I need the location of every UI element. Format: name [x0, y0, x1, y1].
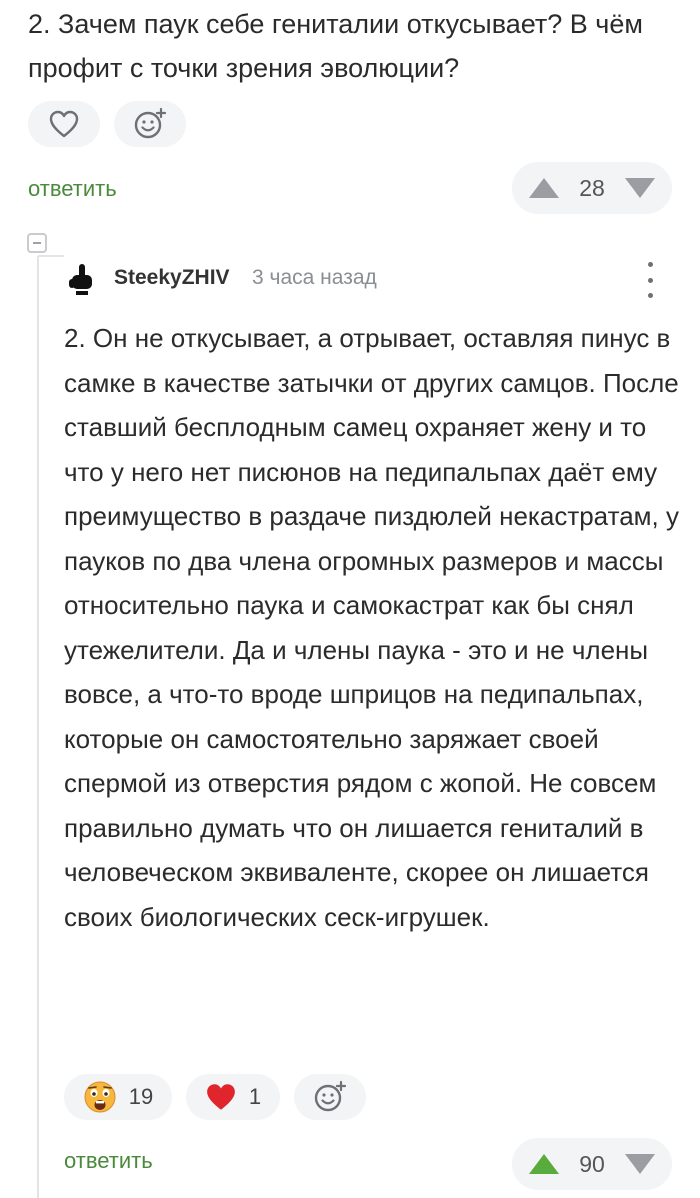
heart-icon: [207, 1084, 235, 1110]
add-reaction-icon: [314, 1080, 347, 1112]
avatar-icon: [66, 264, 98, 295]
reaction-heart-button[interactable]: 1: [186, 1074, 280, 1120]
arrow-down-icon[interactable]: [624, 177, 656, 199]
vote-panel: 90: [512, 1138, 672, 1190]
thread-branch: [38, 255, 64, 257]
more-icon[interactable]: [640, 262, 660, 298]
heart-icon: [49, 110, 79, 138]
reaction-scared-button[interactable]: 19: [64, 1074, 172, 1120]
reply-comment-text: 2. Он не откусывает, а отрывает, оставля…: [64, 323, 679, 932]
avatar[interactable]: [66, 262, 98, 296]
collapse-icon[interactable]: [27, 233, 47, 253]
add-reaction-button[interactable]: [114, 101, 186, 147]
author-name[interactable]: SteekyZHIV: [114, 266, 230, 290]
arrow-down-icon[interactable]: [624, 1153, 656, 1175]
reaction-count-scared: 19: [128, 1084, 154, 1109]
reply-button[interactable]: ответить: [64, 1148, 153, 1174]
add-reaction-button[interactable]: [294, 1074, 366, 1120]
parent-comment-text: 2. Зачем паук себе гениталии откусывает?…: [28, 9, 643, 83]
like-button[interactable]: [28, 101, 100, 147]
reaction-count-heart: 1: [248, 1084, 262, 1109]
comment-time: 3 часа назад: [252, 266, 377, 289]
vote-panel: 28: [512, 162, 672, 214]
rating-count: 90: [579, 1150, 605, 1177]
rating-count: 28: [579, 174, 605, 201]
thread-line: [37, 256, 39, 1198]
scared-face-icon: [84, 1081, 116, 1113]
arrow-up-icon[interactable]: [528, 177, 560, 199]
reply-button[interactable]: ответить: [28, 176, 117, 202]
arrow-up-icon[interactable]: [528, 1153, 560, 1175]
add-reaction-icon: [134, 107, 167, 139]
